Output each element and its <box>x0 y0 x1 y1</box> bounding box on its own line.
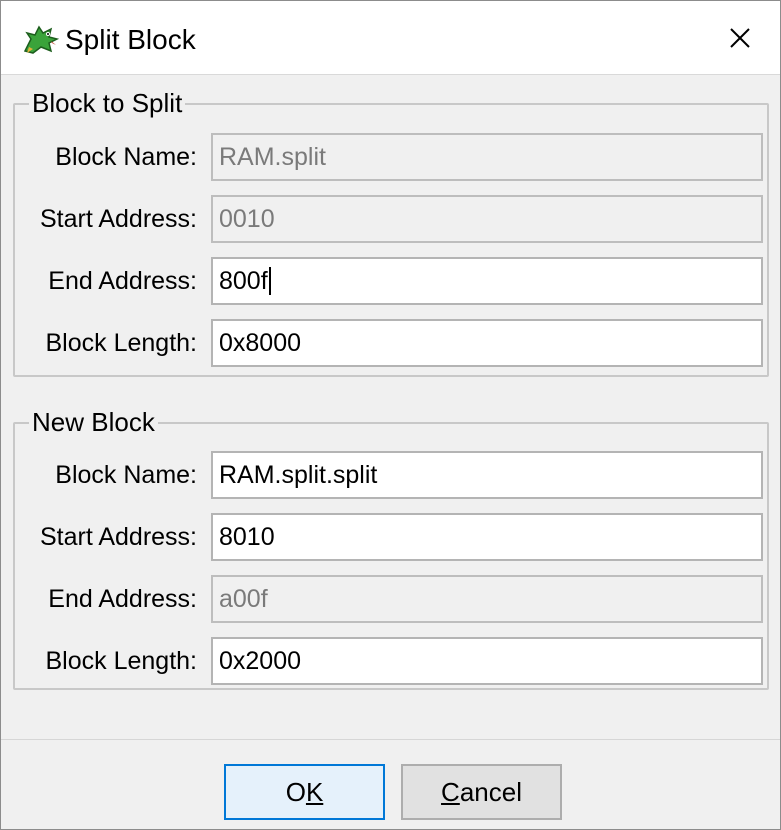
field-label: Block Length: <box>45 328 198 357</box>
group-title: Block to Split <box>29 86 186 120</box>
dialog-title: Split Block <box>65 24 196 55</box>
new-block-group: New Block Block Name: RAM.split.split St… <box>13 405 769 690</box>
ok-button[interactable]: OK <box>224 764 385 820</box>
block-name-row: Block Name: RAM.split <box>15 133 767 181</box>
close-icon[interactable] <box>715 15 765 61</box>
field-value: 800f <box>219 266 268 295</box>
new-start-address-field[interactable]: 8010 <box>211 513 763 561</box>
start-address-row: Start Address: 0010 <box>15 195 767 243</box>
field-label: Start Address: <box>39 522 197 551</box>
new-block-name-row: Block Name: RAM.split.split <box>15 451 767 499</box>
dragon-icon <box>21 21 60 57</box>
split-block-dialog: Split Block Block to Split Block Name: R… <box>0 0 781 830</box>
field-label: End Address: <box>48 584 197 613</box>
block-length-field[interactable]: 0x8000 <box>211 319 763 367</box>
group-title: New Block <box>29 405 158 439</box>
new-block-name-field[interactable]: RAM.split.split <box>211 451 763 499</box>
field-label: Block Name: <box>55 142 197 171</box>
new-block-length-row: Block Length: 0x2000 <box>15 637 767 685</box>
button-bar: OK Cancel <box>1 739 780 829</box>
end-address-field[interactable]: 800f <box>211 257 763 305</box>
cancel-button[interactable]: Cancel <box>401 764 562 820</box>
new-end-address-row: End Address: a00f <box>15 575 767 623</box>
new-block-length-field[interactable]: 0x2000 <box>211 637 763 685</box>
field-label: Start Address: <box>39 204 197 233</box>
ok-mnemonic: K <box>305 776 324 807</box>
end-address-row: End Address: 800f <box>15 257 767 305</box>
start-address-field: 0010 <box>211 195 763 243</box>
block-name-field: RAM.split <box>211 133 763 181</box>
cancel-label-suffix: ancel <box>459 776 522 807</box>
block-length-row: Block Length: 0x8000 <box>15 319 767 367</box>
field-label: Block Name: <box>55 460 197 489</box>
dialog-content: Block to Split Block Name: RAM.split Sta… <box>1 76 780 739</box>
new-start-address-row: Start Address: 8010 <box>15 513 767 561</box>
title-bar[interactable]: Split Block <box>1 1 780 75</box>
ok-label-prefix: O <box>285 776 306 807</box>
block-to-split-group: Block to Split Block Name: RAM.split Sta… <box>13 86 769 377</box>
cancel-mnemonic: C <box>441 776 460 807</box>
new-end-address-field: a00f <box>211 575 763 623</box>
text-caret <box>268 267 271 295</box>
field-label: Block Length: <box>45 646 198 675</box>
field-label: End Address: <box>48 266 197 295</box>
